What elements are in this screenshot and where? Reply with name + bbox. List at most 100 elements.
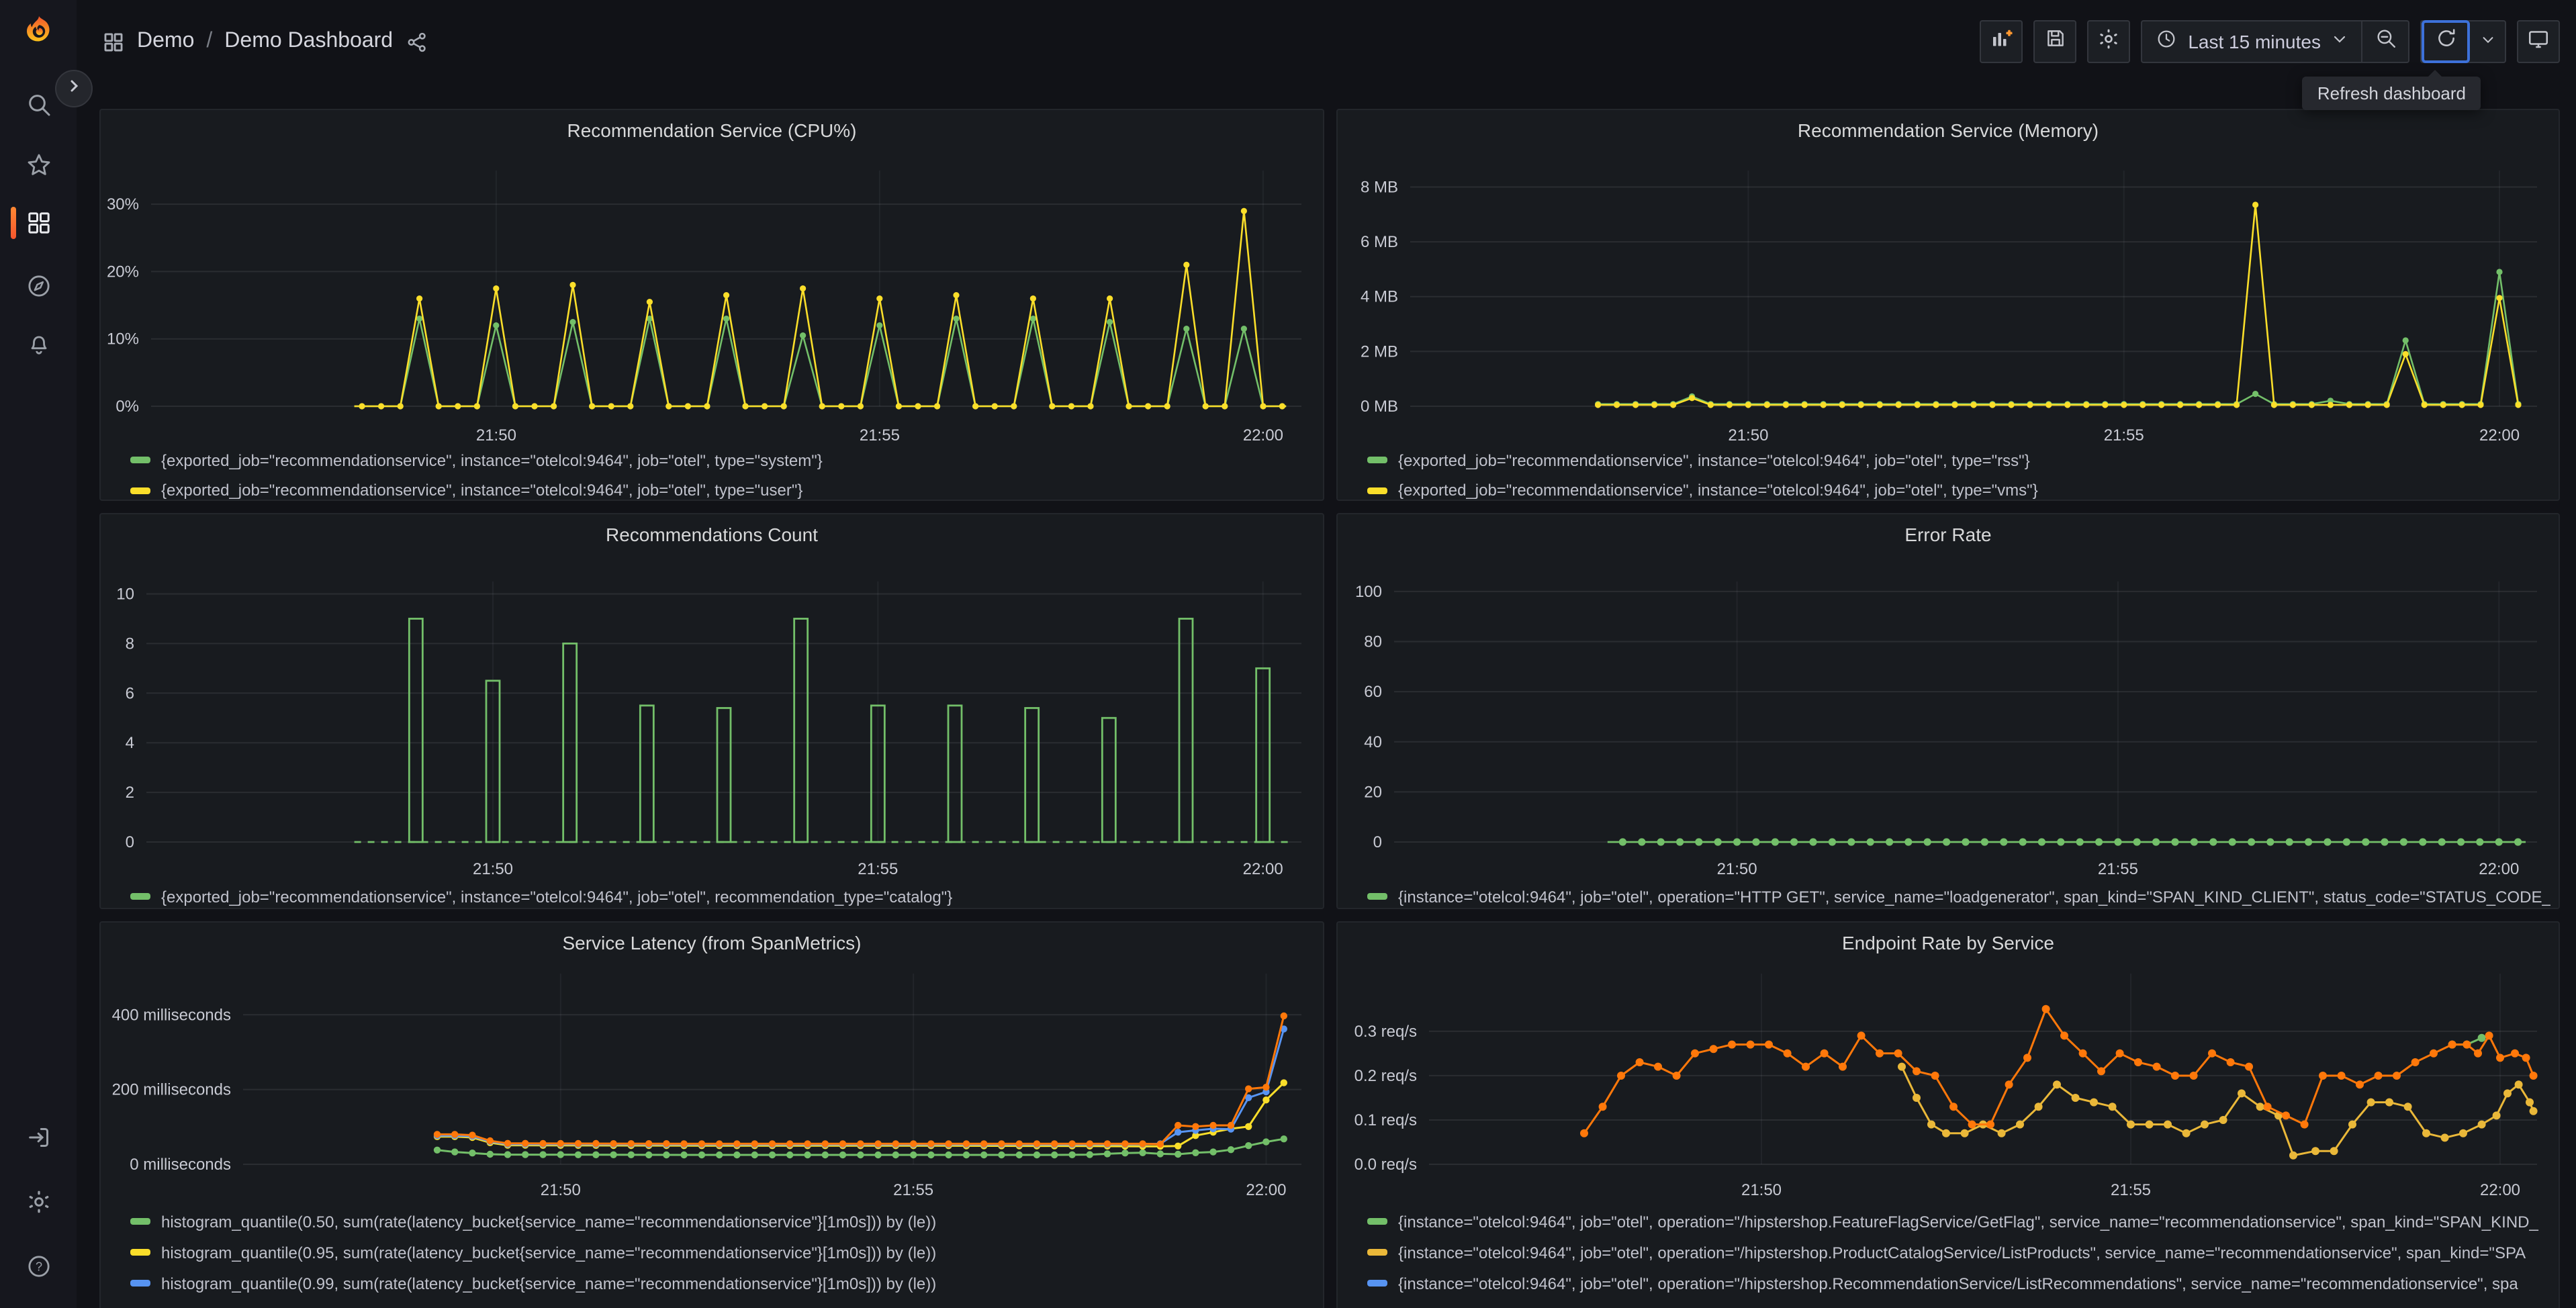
data-point: [1632, 402, 1639, 408]
data-point: [1894, 1049, 1902, 1058]
legend-item[interactable]: {instance="otelcol:9464", job="otel", op…: [1367, 1303, 2550, 1308]
legend-item[interactable]: {instance="otelcol:9464", job="otel", op…: [1367, 1210, 2550, 1233]
cycle-view-mode-button[interactable]: [2517, 20, 2560, 63]
legend-item[interactable]: histogram_quantile(0.50, sum(rate(latenc…: [130, 1210, 1315, 1233]
panel-title[interactable]: Recommendation Service (CPU%): [101, 120, 1323, 141]
legend-swatch[interactable]: [1367, 1249, 1387, 1256]
data-point: [857, 1140, 864, 1148]
legend-item[interactable]: {exported_job="recommendationservice", i…: [130, 885, 1315, 908]
legend-swatch[interactable]: [130, 1249, 150, 1256]
data-point: [1839, 1062, 1847, 1071]
sidebar-item-alerting[interactable]: [0, 320, 77, 368]
legend-swatch[interactable]: [1367, 1218, 1387, 1225]
legend-item[interactable]: histogram_quantile(0.95, sum(rate(latenc…: [130, 1241, 1315, 1264]
data-point: [2477, 1033, 2486, 1042]
data-point: [2337, 1072, 2346, 1080]
panel-title[interactable]: Recommendations Count: [101, 524, 1323, 545]
panel-title[interactable]: Recommendation Service (Memory): [1338, 120, 2559, 141]
sidebar-item-help[interactable]: ?: [0, 1242, 77, 1291]
data-point: [486, 1150, 494, 1158]
legend-swatch[interactable]: [130, 1218, 150, 1225]
bar[interactable]: [1024, 707, 1040, 843]
chevron-down-icon: [2332, 30, 2348, 54]
data-point: [2496, 1054, 2504, 1062]
legend-item[interactable]: {exported_job="recommendationservice", i…: [1367, 479, 2550, 500]
legend-item[interactable]: {instance="otelcol:9464", job="otel", op…: [1367, 1241, 2550, 1264]
data-point: [645, 1140, 653, 1148]
sidebar-item-configuration[interactable]: [0, 1178, 77, 1226]
bar[interactable]: [1178, 618, 1194, 843]
data-point: [800, 285, 807, 292]
data-point: [1638, 838, 1646, 846]
svg-text:?: ?: [35, 1260, 42, 1274]
data-point: [1086, 1140, 1094, 1148]
chart-cpu[interactable]: 0% 10% 20% 30% 21:50 21:55 22:00: [101, 110, 1323, 500]
legend-swatch[interactable]: [1367, 457, 1387, 463]
data-point: [892, 1151, 900, 1159]
data-point: [2300, 1120, 2309, 1129]
legend-swatch[interactable]: [130, 487, 150, 494]
grafana-logo-icon[interactable]: [23, 15, 55, 47]
data-point: [610, 1140, 617, 1148]
legend-swatch[interactable]: [130, 457, 150, 463]
sidebar-item-sign-in[interactable]: [0, 1113, 77, 1162]
bell-icon: [25, 330, 52, 357]
legend-item[interactable]: {instance="otelcol:9464", job="otel", op…: [1367, 885, 2550, 908]
y-tick-label: 0.0 req/s: [1354, 1156, 1417, 1174]
bar[interactable]: [639, 704, 655, 843]
legend-item[interactable]: {instance="otelcol:9464", job="otel", op…: [1367, 1272, 2550, 1295]
sidebar-item-explore[interactable]: [0, 262, 77, 310]
chart-error-rate[interactable]: 0 20 40 60 80 100 21:50 21:55 22:00: [1338, 514, 2559, 908]
zoom-out-button[interactable]: [2362, 21, 2408, 62]
bar[interactable]: [716, 707, 732, 843]
data-point: [2496, 269, 2503, 275]
bar[interactable]: [947, 704, 963, 843]
data-point: [1933, 402, 1939, 408]
sidebar-item-dashboards[interactable]: [0, 199, 77, 247]
legend-swatch[interactable]: [130, 893, 150, 900]
data-point: [2305, 838, 2313, 846]
legend-item[interactable]: {exported_job="recommendationservice", i…: [130, 449, 1315, 471]
data-point: [2000, 838, 2008, 846]
add-panel-button[interactable]: [1980, 20, 2023, 63]
y-tick-label: 4: [126, 734, 134, 752]
data-point: [2529, 1072, 2538, 1080]
legend-swatch[interactable]: [1367, 1280, 1387, 1287]
chart-recommendations-count[interactable]: 0 2 4 6 8 10 21:50 21:55 22:00: [101, 514, 1323, 908]
data-point: [2485, 1031, 2493, 1040]
panel-title[interactable]: Error Rate: [1338, 524, 2559, 545]
refresh-dashboard-button[interactable]: [2422, 20, 2470, 63]
panel-title[interactable]: Service Latency (from SpanMetrics): [101, 932, 1323, 953]
bar[interactable]: [793, 618, 809, 843]
y-tick-label: 10: [116, 585, 134, 603]
dashboard-settings-button[interactable]: [2087, 20, 2131, 63]
data-point: [2023, 1054, 2031, 1062]
bar[interactable]: [408, 618, 424, 843]
legend-item[interactable]: histogram_quantile(0.99, sum(rate(latenc…: [130, 1272, 1315, 1295]
data-point: [2270, 402, 2277, 408]
data-point: [2364, 402, 2371, 408]
bar[interactable]: [1101, 716, 1117, 843]
legend-item[interactable]: {exported_job="recommendationservice", i…: [130, 479, 1315, 500]
legend-item[interactable]: {exported_job="recommendationservice", i…: [1367, 449, 2550, 471]
chart-memory[interactable]: 0 MB 2 MB 4 MB 6 MB 8 MB 21:50 21:55 22:00: [1338, 110, 2559, 500]
breadcrumb-section[interactable]: Demo: [137, 30, 194, 54]
sidebar-expand-button[interactable]: [55, 70, 93, 107]
panel-title[interactable]: Endpoint Rate by Service: [1338, 932, 2559, 953]
time-range-picker[interactable]: Last 15 minutes: [2142, 21, 2361, 62]
legend-swatch[interactable]: [130, 1280, 150, 1287]
data-point: [2477, 1120, 2486, 1129]
save-dashboard-button[interactable]: [2033, 20, 2077, 63]
data-point: [2189, 1072, 2198, 1080]
refresh-interval-dropdown[interactable]: [2470, 21, 2505, 62]
data-point: [1227, 1146, 1235, 1154]
x-tick-label: 21:50: [476, 426, 516, 445]
legend-swatch[interactable]: [1367, 487, 1387, 494]
share-icon[interactable]: [405, 30, 428, 53]
data-point: [2529, 1107, 2538, 1115]
legend-item[interactable]: histogram_quantile(0.999, sum(rate(laten…: [130, 1303, 1315, 1308]
sidebar-item-starred[interactable]: [0, 141, 77, 189]
legend-swatch[interactable]: [1367, 893, 1387, 900]
breadcrumb-page[interactable]: Demo Dashboard: [224, 30, 393, 54]
data-point: [876, 322, 883, 329]
